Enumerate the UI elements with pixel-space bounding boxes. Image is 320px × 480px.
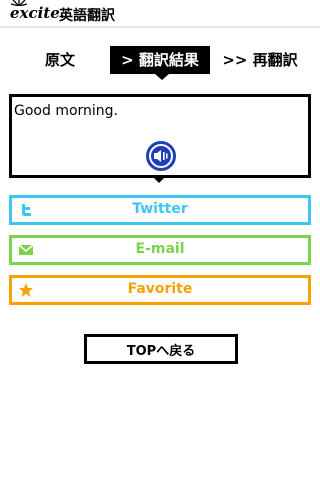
translation-result-box: Good morning. xyxy=(9,94,311,178)
email-button[interactable]: E-mail xyxy=(9,235,311,265)
speaker-icon xyxy=(149,144,173,168)
email-label: E-mail xyxy=(135,241,185,257)
translation-text: Good morning. xyxy=(14,103,119,119)
twitter-button[interactable]: Twitter xyxy=(9,195,311,225)
back-to-top-button[interactable]: TOPへ戻る xyxy=(84,334,238,364)
app-title: 英語翻訳 xyxy=(59,8,115,24)
result-box-pointer xyxy=(151,175,167,183)
twitter-label: Twitter xyxy=(132,201,188,217)
speaker-button[interactable] xyxy=(146,141,176,171)
favorite-button[interactable]: Favorite xyxy=(9,275,311,305)
favorite-label: Favorite xyxy=(127,281,193,297)
back-to-top-label: TOPへ戻る xyxy=(126,344,196,359)
app-header: excite. 英語翻訳 xyxy=(0,0,320,28)
tab-bar: 原文 > 翻訳結果 >> 再翻訳 xyxy=(0,46,320,80)
tab-original[interactable]: 原文 xyxy=(28,46,92,74)
excite-logo: excite. xyxy=(10,4,66,22)
tab-translation-result[interactable]: > 翻訳結果 xyxy=(110,46,210,80)
tab-retranslate[interactable]: >> 再翻訳 xyxy=(220,46,300,74)
